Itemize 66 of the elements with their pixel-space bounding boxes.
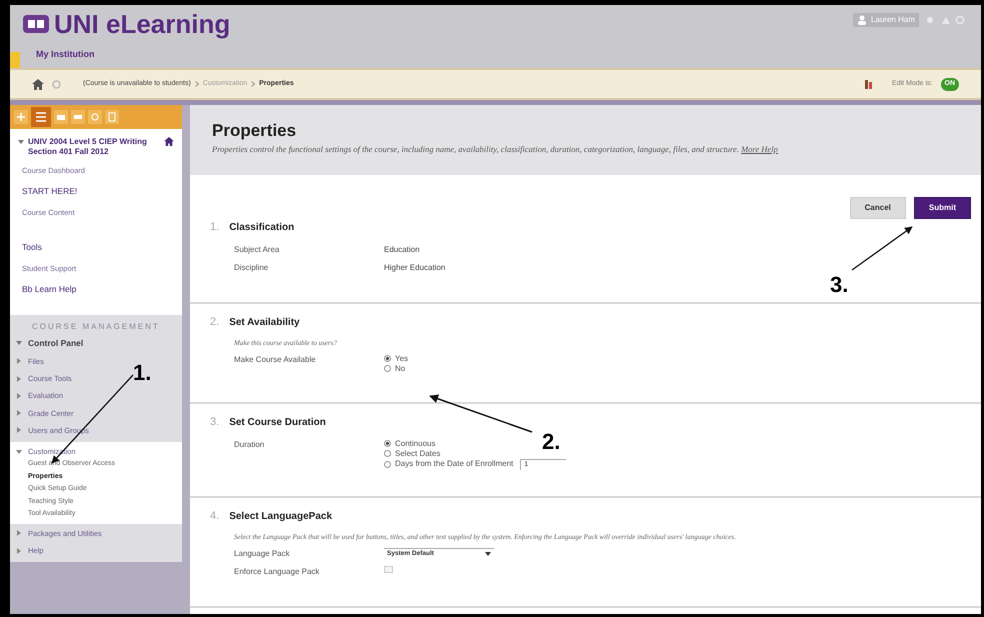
logo-icon [22,13,50,35]
site-title: UNI eLearning [54,11,230,37]
field-value: Higher Education [384,262,446,274]
caret-icon [485,551,491,557]
expand-icon[interactable] [16,376,22,382]
menu-item[interactable]: Bb Learn Help [18,283,174,296]
books-icon[interactable] [864,79,874,89]
field-label: Discipline [234,262,270,274]
page-title: Properties [212,120,298,142]
annotation-label: 1. [133,359,152,387]
expand-icon[interactable] [16,358,22,364]
annotation-arrow [852,226,913,271]
user-icon [856,15,867,25]
checkbox[interactable] [384,566,393,572]
collapse-icon[interactable] [16,448,22,455]
collapse-icon[interactable] [16,340,22,346]
page-description: Properties control the functional settings of the course, including name, availability, classification, duration, categorization, language, files, and structure. More Help [212,143,779,156]
radio-button[interactable] [384,365,391,372]
help-link[interactable]: More Help [741,144,778,154]
collapse-icon[interactable] [18,139,24,145]
submit-button[interactable]: Submit [914,197,971,219]
expand-icon[interactable] [16,410,22,416]
step-number: 2. [210,315,220,330]
institution-tab[interactable]: My Institution [20,48,94,68]
option-label: Yes [395,354,408,364]
option-label: Days from the Date of Enrollment [395,459,514,469]
panel-heading[interactable]: Control Panel [28,337,84,350]
radio-button[interactable] [384,440,391,447]
section-title: Select LanguagePack [229,510,332,524]
menu-item[interactable]: Tools [18,241,174,254]
menu-item[interactable]: START HERE! [18,185,174,198]
field-label: Enforce Language Pack [234,566,320,578]
field-label: Language Pack [234,548,291,560]
option-label: Select Dates [395,448,440,458]
expand-icon[interactable] [16,548,22,554]
expand-icon[interactable] [16,392,22,399]
section-title: Set Course Duration [229,416,326,430]
option-label: No [395,364,406,374]
menu-icon[interactable] [31,107,51,127]
step-number: 4. [210,509,220,524]
section-title: Set Availability [229,316,300,330]
annotation-label: 2. [542,428,560,456]
document-icon[interactable] [105,110,119,124]
field-label: Make Course Available [234,354,317,366]
course-title[interactable]: UNIV 2004 Level 5 CIEP Writing Section 401 Fall 2012 [28,137,160,157]
radio-button[interactable] [384,355,391,362]
home-icon[interactable] [164,137,174,146]
radio-button[interactable] [384,460,391,468]
option-label: Continuous [395,438,436,448]
chevron-icon [194,81,199,87]
field-label: Duration [234,438,266,450]
field-value: Education [384,244,420,256]
radio-button[interactable] [384,450,391,457]
add-icon[interactable] [14,110,28,124]
chevron-icon [251,81,256,87]
tab-marker [10,52,20,68]
home-icon[interactable] [32,78,44,90]
step-number: 1. [210,220,220,235]
expand-icon[interactable] [16,530,22,536]
annotation-label: 3. [830,271,848,299]
cancel-button[interactable]: Cancel [850,197,906,219]
step-number: 3. [210,415,220,430]
expand-icon[interactable] [16,427,22,434]
section-title: Classification [229,221,294,235]
field-label: Subject Area [234,244,280,256]
section-heading: COURSE MANAGEMENT [31,321,161,333]
